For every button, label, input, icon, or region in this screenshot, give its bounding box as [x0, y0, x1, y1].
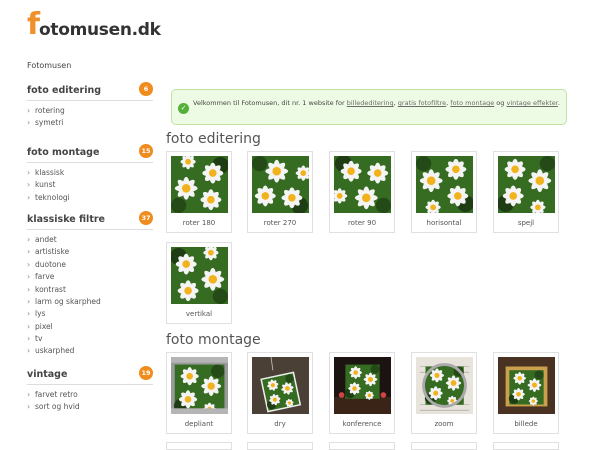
- sidebar-section-title[interactable]: foto montage: [27, 147, 99, 158]
- sidebar-section-title[interactable]: foto editering: [27, 85, 101, 96]
- thumbnail: [334, 357, 391, 414]
- sidebar-section-header: foto montage 15: [27, 142, 153, 163]
- tile-caption: spejl: [517, 219, 535, 227]
- tile-caption: roter 180: [182, 219, 216, 227]
- sidebar-item-artistiske[interactable]: artistiske: [27, 246, 153, 259]
- tile-caption: vertikal: [185, 310, 213, 318]
- sidebar-item-klassisk[interactable]: klassisk: [27, 167, 153, 180]
- link-foto-montage[interactable]: foto montage: [450, 99, 494, 107]
- gallery-tile-konference[interactable]: konference: [329, 352, 395, 434]
- sidebar-item-tv[interactable]: tv: [27, 333, 153, 346]
- sidebar-section-vintage: vintage 19 farvet retro sort og hvid: [27, 364, 153, 414]
- gallery-tile-roter-90[interactable]: roter 90: [329, 151, 395, 233]
- sidebar-item-rotering[interactable]: rotering: [27, 105, 153, 118]
- sidebar-section-klassiske-filtre: klassiske filtre 37 andet artistiske duo…: [27, 209, 153, 358]
- count-badge: 37: [139, 210, 153, 225]
- tile-caption: billede: [514, 420, 538, 428]
- gallery-title-montage: foto montage: [166, 332, 261, 348]
- thumbnail: [498, 357, 555, 414]
- count-badge: 6: [139, 82, 153, 96]
- sidebar-item-kunst[interactable]: kunst: [27, 179, 153, 192]
- gallery-tile-partial[interactable]: [247, 442, 313, 450]
- welcome-message: ✓ Velkommen til Fotomusen, dit nr. 1 web…: [171, 89, 567, 125]
- gallery-tile-partial[interactable]: [329, 442, 395, 450]
- count-badge: 19: [139, 365, 153, 380]
- gallery-title-editing: foto editering: [166, 131, 261, 147]
- gallery-tile-spejl[interactable]: spejl: [493, 151, 559, 233]
- sidebar-item-andet[interactable]: andet: [27, 234, 153, 247]
- sidebar-item-teknologi[interactable]: teknologi: [27, 192, 153, 205]
- gallery-tile-partial[interactable]: [166, 442, 232, 450]
- gallery-tile-partial[interactable]: [411, 442, 477, 450]
- sidebar-item-lys[interactable]: lys: [27, 308, 153, 321]
- sidebar-list: andet artistiske duotone farve kontrast …: [27, 234, 153, 358]
- sidebar-item-farvet-retro[interactable]: farvet retro: [27, 389, 153, 402]
- sidebar-item-farve[interactable]: farve: [27, 271, 153, 284]
- link-billededitering[interactable]: billededitering: [347, 99, 394, 107]
- tile-caption: horisontal: [426, 219, 462, 227]
- sidebar-list: farvet retro sort og hvid: [27, 389, 153, 414]
- tile-caption: zoom: [434, 420, 454, 428]
- tile-caption: konference: [342, 420, 382, 428]
- tile-caption: dry: [274, 420, 286, 428]
- thumbnail: [334, 156, 391, 213]
- text-period: .: [557, 99, 560, 107]
- sidebar-list: klassisk kunst teknologi: [27, 167, 153, 205]
- thumbnail: [252, 156, 309, 213]
- sidebar-item-kontrast[interactable]: kontrast: [27, 284, 153, 297]
- thumbnail: [252, 357, 309, 414]
- sidebar-section-foto-editering: foto editering 6 rotering symetri: [27, 80, 153, 130]
- gallery-tile-partial[interactable]: [493, 442, 559, 450]
- sidebar-item-duotone[interactable]: duotone: [27, 259, 153, 272]
- check-circle-icon: ✓: [178, 103, 189, 114]
- sidebar-section-title[interactable]: vintage: [27, 369, 67, 380]
- sidebar-section-title[interactable]: klassiske filtre: [27, 214, 105, 225]
- sidebar-item-larm-og-skarphed[interactable]: larm og skarphed: [27, 296, 153, 309]
- sidebar: foto editering 6 rotering symetri foto m…: [27, 80, 153, 414]
- link-gratis-fotofiltre[interactable]: gratis fotofiltre: [398, 99, 446, 107]
- gallery-tile-dry[interactable]: dry: [247, 352, 313, 434]
- thumbnail: [171, 156, 228, 213]
- gallery-tile-roter-180[interactable]: roter 180: [166, 151, 232, 233]
- gallery-tile-vertikal[interactable]: vertikal: [166, 242, 232, 324]
- gallery-tile-depliant[interactable]: depliant: [166, 352, 232, 434]
- thumbnail: [416, 357, 473, 414]
- tile-caption: depliant: [184, 420, 214, 428]
- thumbnail: [171, 247, 228, 304]
- sidebar-section-header: foto editering 6: [27, 80, 153, 101]
- gallery-tile-billede[interactable]: billede: [493, 352, 559, 434]
- welcome-text: Velkommen til Fotomusen, dit nr. 1 websi…: [193, 97, 561, 109]
- tile-caption: roter 270: [263, 219, 297, 227]
- breadcrumb[interactable]: Fotomusen: [27, 61, 71, 70]
- count-badge: 15: [139, 143, 153, 158]
- sidebar-item-sort-og-hvid[interactable]: sort og hvid: [27, 401, 153, 414]
- thumbnail: [416, 156, 473, 213]
- sidebar-item-pixel[interactable]: pixel: [27, 321, 153, 334]
- sidebar-section-header: klassiske filtre 37: [27, 209, 153, 230]
- sidebar-section-header: vintage 19: [27, 364, 153, 385]
- logo-text: otomusen.dk: [39, 20, 161, 40]
- gallery-tile-roter-270[interactable]: roter 270: [247, 151, 313, 233]
- link-vintage-effekter[interactable]: vintage effekter: [506, 99, 557, 107]
- sidebar-item-symetri[interactable]: symetri: [27, 117, 153, 130]
- sidebar-section-foto-montage: foto montage 15 klassisk kunst teknologi: [27, 142, 153, 204]
- sidebar-item-uskarphed[interactable]: uskarphed: [27, 345, 153, 358]
- gallery-tile-horisontal[interactable]: horisontal: [411, 151, 477, 233]
- tile-caption: roter 90: [347, 219, 377, 227]
- welcome-text-intro: Velkommen til Fotomusen, dit nr. 1 websi…: [193, 99, 347, 107]
- sidebar-list: rotering symetri: [27, 105, 153, 130]
- thumbnail: [498, 156, 555, 213]
- text-separator: og: [494, 99, 507, 107]
- gallery-tile-zoom[interactable]: zoom: [411, 352, 477, 434]
- thumbnail: [171, 357, 228, 414]
